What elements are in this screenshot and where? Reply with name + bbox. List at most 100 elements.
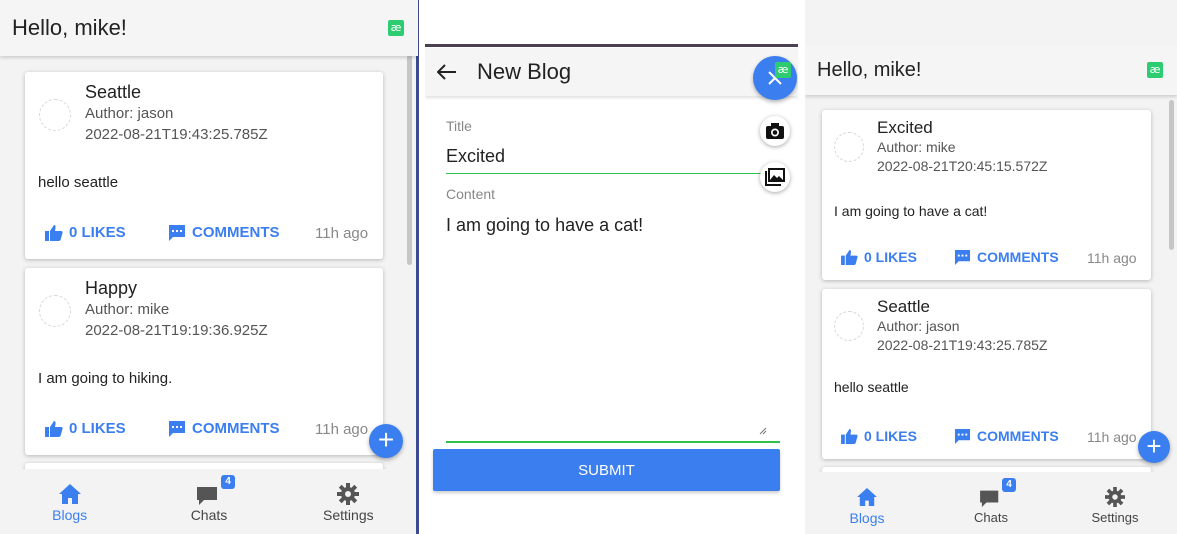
like-count: 0 LIKES xyxy=(69,224,126,241)
comment-icon xyxy=(954,428,971,444)
screen-divider xyxy=(416,0,419,534)
post-card[interactable]: Seattle Author: jason 2022-08-21T19:43:2… xyxy=(25,72,383,259)
post-card[interactable]: Excited Author: mike 2022-08-21T20:45:15… xyxy=(822,110,1151,280)
post-date: 2022-08-21T19:19:36.925Z xyxy=(85,322,268,339)
gallery-button[interactable] xyxy=(760,162,790,192)
tab-settings[interactable]: Settings xyxy=(303,481,393,523)
post-card[interactable]: Happy Author: mike 2022-08-21T19:19:36.9… xyxy=(25,268,383,455)
add-post-button[interactable]: + xyxy=(369,424,403,458)
like-button[interactable]: 0 LIKES xyxy=(45,420,126,437)
tab-blogs[interactable]: Blogs xyxy=(25,481,115,523)
submit-button[interactable]: SUBMIT xyxy=(433,449,780,491)
new-blog-header: New Blog xyxy=(425,48,798,96)
app-badge-icon: æ xyxy=(388,20,404,36)
home-icon xyxy=(857,488,877,506)
title-label: Title xyxy=(446,118,472,134)
content-label: Content xyxy=(446,186,496,202)
comment-icon xyxy=(954,249,971,265)
avatar xyxy=(834,132,864,162)
post-time-ago: 11h ago xyxy=(1087,429,1137,445)
tab-chats[interactable]: 4 Chats xyxy=(164,475,254,523)
like-count: 0 LIKES xyxy=(864,428,917,444)
home-icon xyxy=(58,484,81,504)
like-button[interactable]: 0 LIKES xyxy=(841,249,917,265)
post-date: 2022-08-21T20:45:15.572Z xyxy=(877,158,1048,174)
plus-icon: + xyxy=(377,424,395,455)
comment-icon xyxy=(169,421,185,437)
camera-button[interactable] xyxy=(760,116,790,146)
comments-label: COMMENTS xyxy=(192,224,280,241)
avatar xyxy=(39,99,71,131)
scrollbar[interactable] xyxy=(1169,100,1174,250)
tab-label: Settings xyxy=(323,507,374,523)
plus-icon: + xyxy=(1146,431,1162,461)
scrollbar[interactable] xyxy=(407,55,412,265)
avatar xyxy=(834,311,864,341)
blog-feed-screen-1: Hello, mike! æ Seattle Author: jason 202… xyxy=(0,0,418,534)
comment-icon xyxy=(169,225,185,241)
chat-icon xyxy=(196,487,217,505)
post-author: Author: mike xyxy=(877,139,956,155)
like-count: 0 LIKES xyxy=(864,249,917,265)
comments-button[interactable]: COMMENTS xyxy=(168,420,280,437)
content-underline xyxy=(446,441,780,443)
tab-label: Chats xyxy=(974,510,1008,525)
feed-header: Hello, mike! æ xyxy=(805,45,1177,95)
post-author: Author: mike xyxy=(85,301,170,318)
comments-button[interactable]: COMMENTS xyxy=(168,224,280,241)
thumb-up-icon xyxy=(841,249,858,265)
tab-label: Blogs xyxy=(52,507,88,523)
new-blog-screen: New Blog æ Title Excited Content I am go… xyxy=(425,0,798,534)
title-input[interactable]: Excited xyxy=(446,146,505,167)
feed-header: Hello, mike! æ xyxy=(0,0,418,56)
post-author: Author: jason xyxy=(85,105,174,122)
unread-badge: 4 xyxy=(1002,478,1016,492)
page-title: New Blog xyxy=(477,59,572,84)
tab-chats[interactable]: 4 Chats xyxy=(946,478,1036,525)
post-body: I am going to have a cat! xyxy=(834,203,988,219)
comments-button[interactable]: COMMENTS xyxy=(954,428,1059,444)
resize-handle-icon[interactable] xyxy=(759,427,767,435)
arrow-left-icon[interactable] xyxy=(437,64,457,80)
post-title: Happy xyxy=(85,278,138,298)
post-author: Author: jason xyxy=(877,318,960,334)
content-textarea[interactable]: I am going to have a cat! xyxy=(446,215,643,236)
image-icon xyxy=(765,168,785,186)
thumb-up-icon xyxy=(45,420,63,437)
like-count: 0 LIKES xyxy=(69,420,126,437)
tab-settings[interactable]: Settings xyxy=(1070,484,1160,525)
title-underline xyxy=(446,173,764,174)
camera-icon xyxy=(766,123,784,139)
post-title: Seattle xyxy=(85,82,142,102)
post-date: 2022-08-21T19:43:25.785Z xyxy=(85,126,268,143)
gear-icon xyxy=(1105,487,1125,507)
post-time-ago: 11h ago xyxy=(315,421,369,438)
like-button[interactable]: 0 LIKES xyxy=(45,224,126,241)
like-button[interactable]: 0 LIKES xyxy=(841,428,917,444)
thumb-up-icon xyxy=(45,224,63,241)
bottom-tab-bar: Blogs 4 Chats Settings xyxy=(805,472,1177,534)
add-post-button[interactable]: + xyxy=(1138,431,1170,463)
post-body: I am going to hiking. xyxy=(38,370,173,387)
tab-blogs[interactable]: Blogs xyxy=(822,484,912,526)
comments-label: COMMENTS xyxy=(192,420,280,437)
comments-label: COMMENTS xyxy=(977,249,1059,265)
comments-button[interactable]: COMMENTS xyxy=(954,249,1059,265)
unread-badge: 4 xyxy=(220,475,235,489)
thumb-up-icon xyxy=(841,428,858,444)
post-body: hello seattle xyxy=(38,174,119,191)
gear-icon xyxy=(337,483,360,505)
divider xyxy=(425,44,798,47)
avatar xyxy=(39,295,71,327)
tab-label: Settings xyxy=(1091,510,1139,525)
page-title: Hello, mike! xyxy=(12,15,127,40)
post-body: hello seattle xyxy=(834,379,909,395)
post-date: 2022-08-21T19:43:25.785Z xyxy=(877,337,1048,353)
post-card[interactable]: Seattle Author: jason 2022-08-21T19:43:2… xyxy=(822,289,1151,459)
bottom-tab-bar: Blogs 4 Chats Settings xyxy=(0,469,418,534)
comments-label: COMMENTS xyxy=(977,428,1059,444)
post-title: Excited xyxy=(877,118,933,137)
tab-label: Chats xyxy=(190,507,228,523)
close-fab-button[interactable]: æ xyxy=(753,56,797,100)
post-title: Seattle xyxy=(877,297,930,316)
